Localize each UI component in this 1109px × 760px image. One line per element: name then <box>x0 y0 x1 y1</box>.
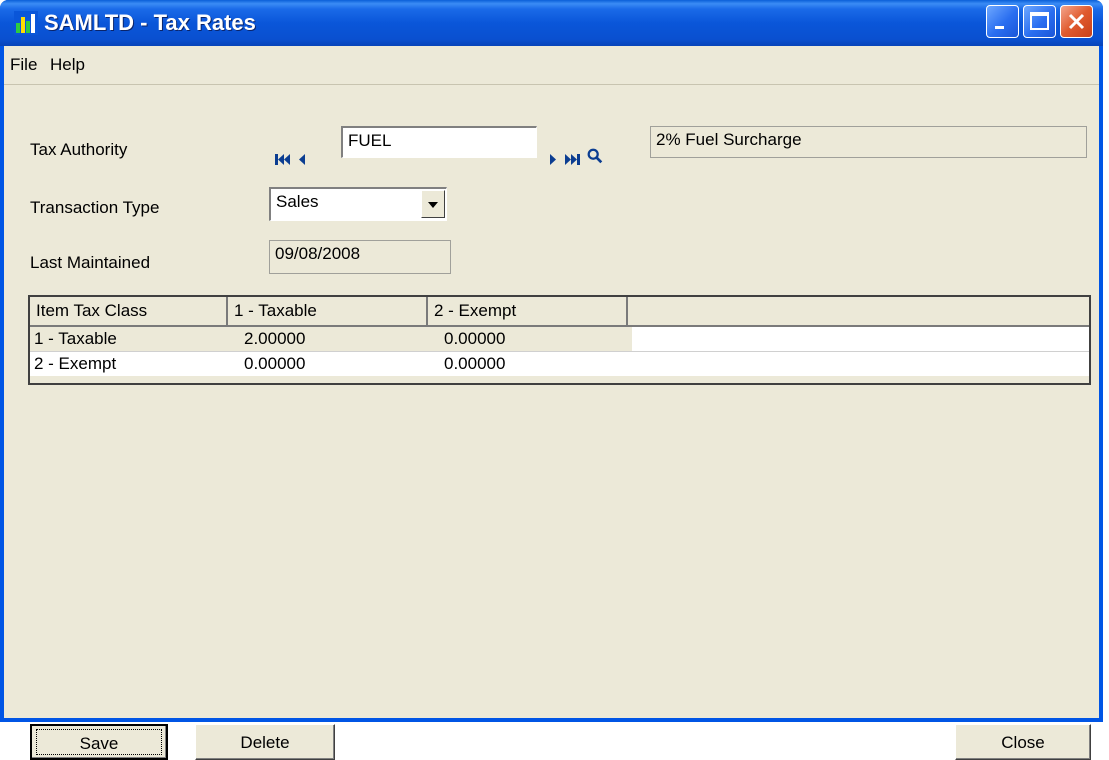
last-maintained-label: Last Maintained <box>30 253 151 272</box>
title-bar[interactable]: SAMLTD - Tax Rates <box>0 0 1103 46</box>
tax-rate-grid[interactable]: Item Tax Class 1 - Taxable 2 - Exempt 1 … <box>28 295 1091 385</box>
column-header-item-tax-class[interactable]: Item Tax Class <box>30 297 228 327</box>
delete-button[interactable]: Delete <box>195 724 335 760</box>
last-record-icon[interactable] <box>563 150 581 168</box>
row-rate-exempt[interactable]: 0.00000 <box>440 327 628 351</box>
transaction-type-select[interactable]: Sales <box>269 187 447 221</box>
chevron-down-icon <box>428 202 438 208</box>
focus-rect <box>36 729 162 755</box>
first-record-icon[interactable] <box>274 150 292 168</box>
row-rate-taxable[interactable]: 0.00000 <box>240 352 428 376</box>
menu-file[interactable]: File <box>10 55 37 75</box>
close-button-label: Close <box>1001 733 1045 752</box>
close-button[interactable]: Close <box>955 724 1091 760</box>
row-empty-cell <box>632 352 1089 376</box>
row-rate-exempt[interactable]: 0.00000 <box>440 352 628 376</box>
column-header-exempt[interactable]: 2 - Exempt <box>428 297 628 327</box>
row-empty-cell <box>632 327 1089 351</box>
maximize-icon <box>1030 12 1049 30</box>
tax-authority-label: Tax Authority <box>30 140 128 159</box>
app-window: SAMLTD - Tax Rates File Help Tax Authori… <box>0 0 1103 760</box>
maximize-button[interactable] <box>1023 5 1056 38</box>
app-chart-icon <box>14 11 38 35</box>
transaction-type-label: Transaction Type <box>30 198 160 217</box>
client-area: File Help Tax Authority FUEL 2% Fuel Sur… <box>4 46 1099 760</box>
minimize-icon <box>995 26 1004 29</box>
row-rate-taxable[interactable]: 2.00000 <box>240 327 428 351</box>
minimize-button[interactable] <box>986 5 1019 38</box>
next-record-icon[interactable] <box>547 150 559 168</box>
dropdown-button[interactable] <box>421 190 445 218</box>
close-window-button[interactable] <box>1060 5 1093 38</box>
transaction-type-value: Sales <box>276 192 319 211</box>
delete-button-label: Delete <box>240 733 290 752</box>
menu-help[interactable]: Help <box>50 55 85 75</box>
search-icon[interactable] <box>585 147 605 165</box>
save-button[interactable]: Save <box>30 724 168 760</box>
tax-authority-description: 2% Fuel Surcharge <box>650 126 1087 158</box>
previous-record-icon[interactable] <box>296 150 308 168</box>
table-row[interactable]: 2 - Exempt 0.00000 0.00000 <box>30 351 1089 376</box>
menu-bar: File Help <box>4 46 1099 85</box>
row-item-tax-class[interactable]: 2 - Exempt <box>30 352 228 376</box>
table-row[interactable]: 1 - Taxable 2.00000 0.00000 <box>30 327 1089 351</box>
window-title: SAMLTD - Tax Rates <box>44 10 256 35</box>
column-header-taxable[interactable]: 1 - Taxable <box>228 297 428 327</box>
last-maintained-value: 09/08/2008 <box>269 240 451 274</box>
tax-authority-code-input[interactable]: FUEL <box>341 126 537 158</box>
row-item-tax-class[interactable]: 1 - Taxable <box>30 327 228 351</box>
close-icon <box>1068 13 1085 30</box>
column-header-empty <box>628 297 1089 327</box>
